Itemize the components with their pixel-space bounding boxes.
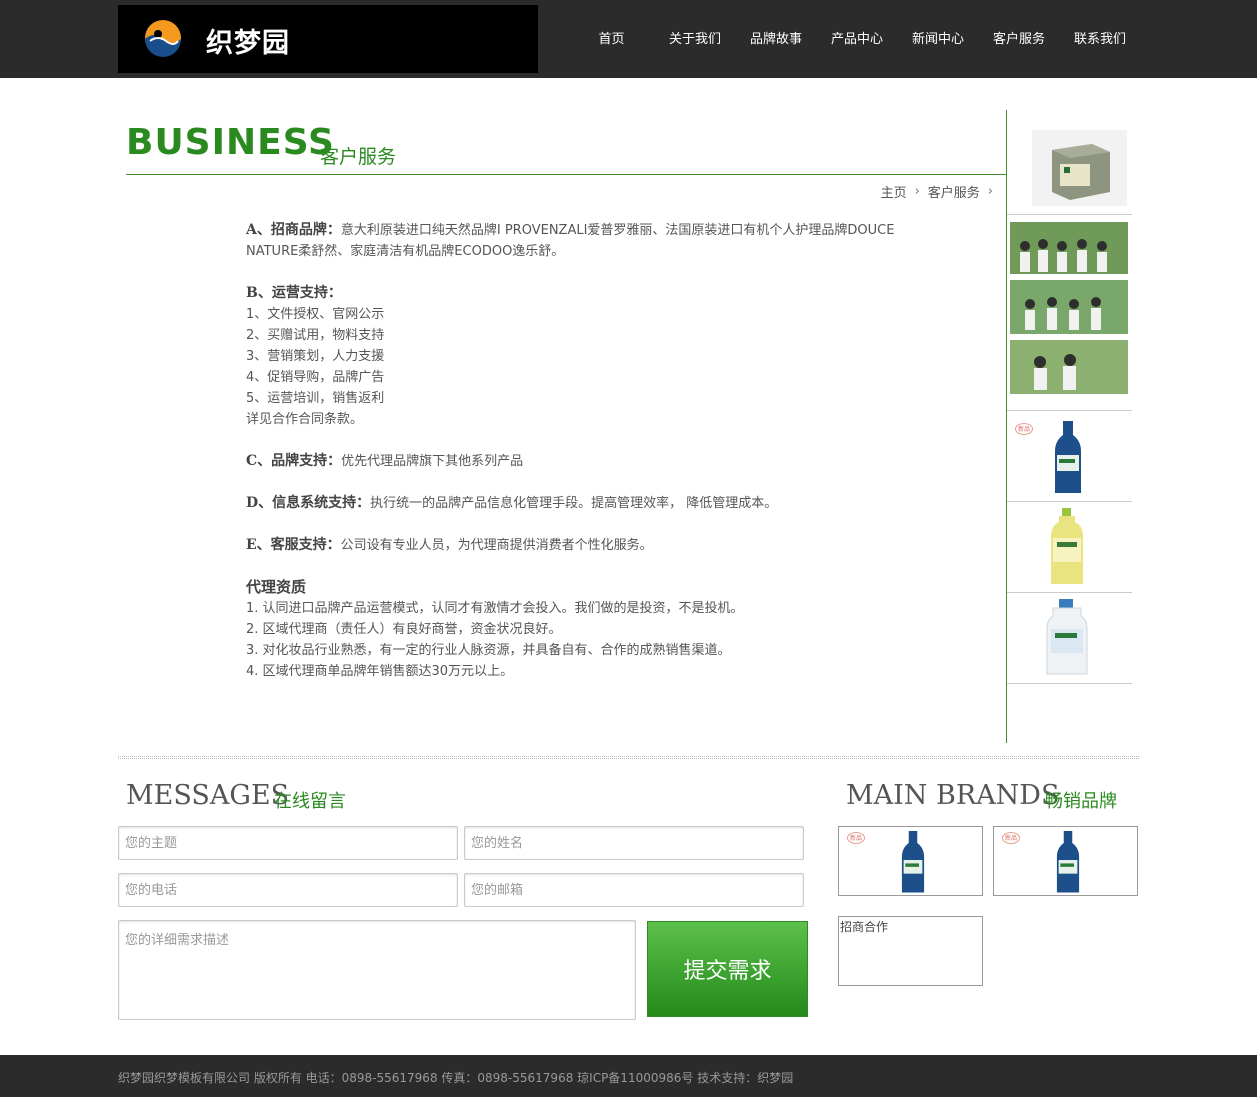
heading-d: D、信息系统支持：	[246, 495, 371, 511]
yellow-bottle-image	[1051, 508, 1083, 584]
soap-cube-image	[1032, 130, 1127, 206]
brand-card[interactable]: 新品	[993, 826, 1138, 896]
section-title: BUSINESS 客户服务	[126, 112, 1006, 175]
email-input[interactable]	[464, 873, 804, 907]
white-jug-image	[1046, 599, 1088, 675]
paragraph-qualification: 代理资质 1. 认同进口品牌产品运营模式，认同才有激情才会投入。我们做的是投资，…	[246, 577, 976, 682]
breadcrumb-current[interactable]: 客户服务	[928, 182, 980, 201]
subject-input[interactable]	[118, 826, 458, 860]
nav-item-service[interactable]: 客户服务	[973, 0, 1065, 78]
logo[interactable]: 织梦园	[118, 5, 538, 73]
new-badge: 新品	[1015, 423, 1033, 435]
blue-bottle-image	[1055, 421, 1081, 493]
blue-bottle-image	[1056, 831, 1080, 893]
list-item: 4. 区域代理商单品牌年销售额达30万元以上。	[246, 664, 514, 679]
paragraph-e: E、客服支持：公司设有专业人员，为代理商提供消费者个性化服务。	[246, 535, 976, 556]
nav-item-home[interactable]: 首页	[580, 0, 643, 78]
nav-item-contact[interactable]: 联系我们	[1065, 0, 1135, 78]
list-item: 详见合作合同条款。	[246, 412, 364, 427]
sidebar-product-soap[interactable]	[1007, 110, 1132, 215]
list-item: 1. 认同进口品牌产品运营模式，认同才有激情才会投入。我们做的是投资，不是投机。	[246, 601, 744, 616]
name-input[interactable]	[464, 826, 804, 860]
phone-input[interactable]	[118, 873, 458, 907]
brands-title-en: MAIN BRANDS	[846, 780, 1060, 811]
sidebar-product-yellow-bottle[interactable]	[1007, 502, 1132, 593]
new-badge: 新品	[1002, 832, 1020, 844]
list-item: 5、运营培训，销售返利	[246, 391, 385, 406]
nav-item-about[interactable]: 关于我们	[649, 0, 741, 78]
product-sidebar: 新品	[1006, 110, 1132, 743]
nav-item-products[interactable]: 产品中心	[811, 0, 903, 78]
section-divider	[118, 756, 1139, 759]
heading-e: E、客服支持：	[246, 537, 341, 553]
detail-textarea[interactable]	[118, 920, 636, 1020]
brand-card[interactable]: 新品	[838, 826, 983, 896]
submit-button[interactable]: 提交需求	[647, 921, 808, 1017]
sidebar-product-white-jug[interactable]	[1007, 593, 1132, 684]
list-item: 1、文件授权、官网公示	[246, 307, 385, 322]
breadcrumb: 主页 › 客户服务 ›	[881, 182, 997, 201]
nav-item-brand-story[interactable]: 品牌故事	[741, 0, 811, 78]
text-e: 公司设有专业人员，为代理商提供消费者个性化服务。	[340, 538, 653, 553]
expo-photo-image	[1010, 222, 1128, 400]
paragraph-c: C、品牌支持：优先代理品牌旗下其他系列产品	[246, 451, 976, 472]
list-item: 4、促销导购，品牌广告	[246, 370, 385, 385]
new-badge: 新品	[847, 832, 865, 844]
section-title-en: BUSINESS	[126, 122, 335, 163]
site-header: 织梦园 首页 关于我们 品牌故事 产品中心 新闻中心 客户服务 联系我们	[0, 0, 1257, 78]
logo-text: 织梦园	[206, 28, 290, 59]
blue-bottle-image	[901, 831, 925, 893]
paragraph-b: B、运营支持： 1、文件授权、官网公示 2、买赠试用，物料支持 3、营销策划，人…	[246, 283, 976, 430]
text-a-2: NATURE柔舒然、家庭清洁有机品牌ECODOO逸乐舒。	[246, 244, 565, 259]
text-d: 执行统一的品牌产品信息化管理手段。提高管理效率， 降低管理成本。	[370, 496, 778, 511]
list-item: 3、营销策划，人力支援	[246, 349, 385, 364]
text-a-1: 意大利原装进口纯天然品牌I PROVENZALI爱普罗雅丽、法国原装进口有机个人…	[340, 223, 895, 238]
site-footer: 织梦园织梦模板有限公司 版权所有 电话：0898-55617968 传真：089…	[0, 1055, 1257, 1097]
footer-copyright: 织梦园织梦模板有限公司 版权所有 电话：0898-55617968 传真：089…	[118, 1071, 794, 1085]
messages-title-cn: 在线留言	[274, 791, 346, 812]
chevron-right-icon: ›	[987, 184, 993, 199]
article-body: A、招商品牌：意大利原装进口纯天然品牌I PROVENZALI爱普罗雅丽、法国原…	[246, 220, 976, 703]
nav-item-news[interactable]: 新闻中心	[903, 0, 973, 78]
heading-b: B、运营支持：	[246, 285, 342, 301]
breadcrumb-home[interactable]: 主页	[881, 182, 907, 201]
paragraph-d: D、信息系统支持：执行统一的品牌产品信息化管理手段。提高管理效率， 降低管理成本…	[246, 493, 976, 514]
list-item: 3. 对化妆品行业熟悉，有一定的行业人脉资源，并具备自有、合作的成熟销售渠道。	[246, 643, 731, 658]
sidebar-photo-expo[interactable]	[1007, 215, 1132, 411]
logo-icon	[145, 20, 181, 57]
brands-title-cn: 畅销品牌	[1045, 791, 1117, 812]
paragraph-a: A、招商品牌：意大利原装进口纯天然品牌I PROVENZALI爱普罗雅丽、法国原…	[246, 220, 976, 262]
heading-a: A、招商品牌：	[246, 222, 341, 238]
list-item: 2、买赠试用，物料支持	[246, 328, 385, 343]
sidebar-product-blue-bottle[interactable]: 新品	[1007, 411, 1132, 502]
text-c: 优先代理品牌旗下其他系列产品	[341, 454, 524, 469]
messages-title-en: MESSAGES	[126, 780, 290, 811]
chevron-right-icon: ›	[914, 184, 920, 199]
heading-c: C、品牌支持：	[246, 453, 342, 469]
section-title-cn: 客户服务	[320, 146, 397, 168]
brand-text-card[interactable]: 招商合作	[838, 916, 983, 986]
list-item: 2. 区域代理商（责任人）有良好商誉，资金状况良好。	[246, 622, 562, 637]
heading-qualification: 代理资质	[246, 578, 307, 596]
main-nav: 首页 关于我们 品牌故事 产品中心 新闻中心 客户服务 联系我们	[580, 0, 1135, 78]
